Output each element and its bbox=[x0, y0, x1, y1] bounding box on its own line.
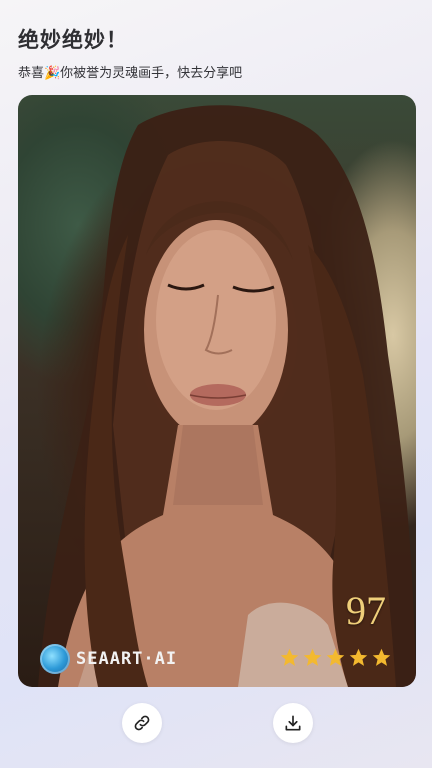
brand-name: SEAART·AI bbox=[76, 649, 178, 669]
star-icon bbox=[372, 648, 391, 666]
congrats-message: 恭喜🎉你被誉为灵魂画手，快去分享吧 bbox=[18, 65, 243, 80]
download-icon bbox=[285, 715, 301, 731]
star-icon bbox=[303, 648, 322, 666]
star-icon bbox=[326, 648, 345, 666]
copy-link-button[interactable] bbox=[122, 703, 162, 743]
artwork-card[interactable]: SEAART·AI 97 bbox=[18, 95, 416, 687]
star-icon bbox=[349, 648, 368, 666]
star-icon bbox=[280, 648, 299, 666]
link-icon bbox=[134, 715, 150, 731]
brand-logo: SEAART·AI bbox=[40, 644, 177, 674]
action-bar bbox=[0, 703, 432, 747]
download-button[interactable] bbox=[273, 703, 313, 743]
star-rating bbox=[279, 647, 392, 668]
seaart-logo-icon bbox=[40, 644, 70, 674]
page-title: 绝妙绝妙！ bbox=[18, 28, 128, 52]
score-value: 97 bbox=[346, 588, 386, 633]
